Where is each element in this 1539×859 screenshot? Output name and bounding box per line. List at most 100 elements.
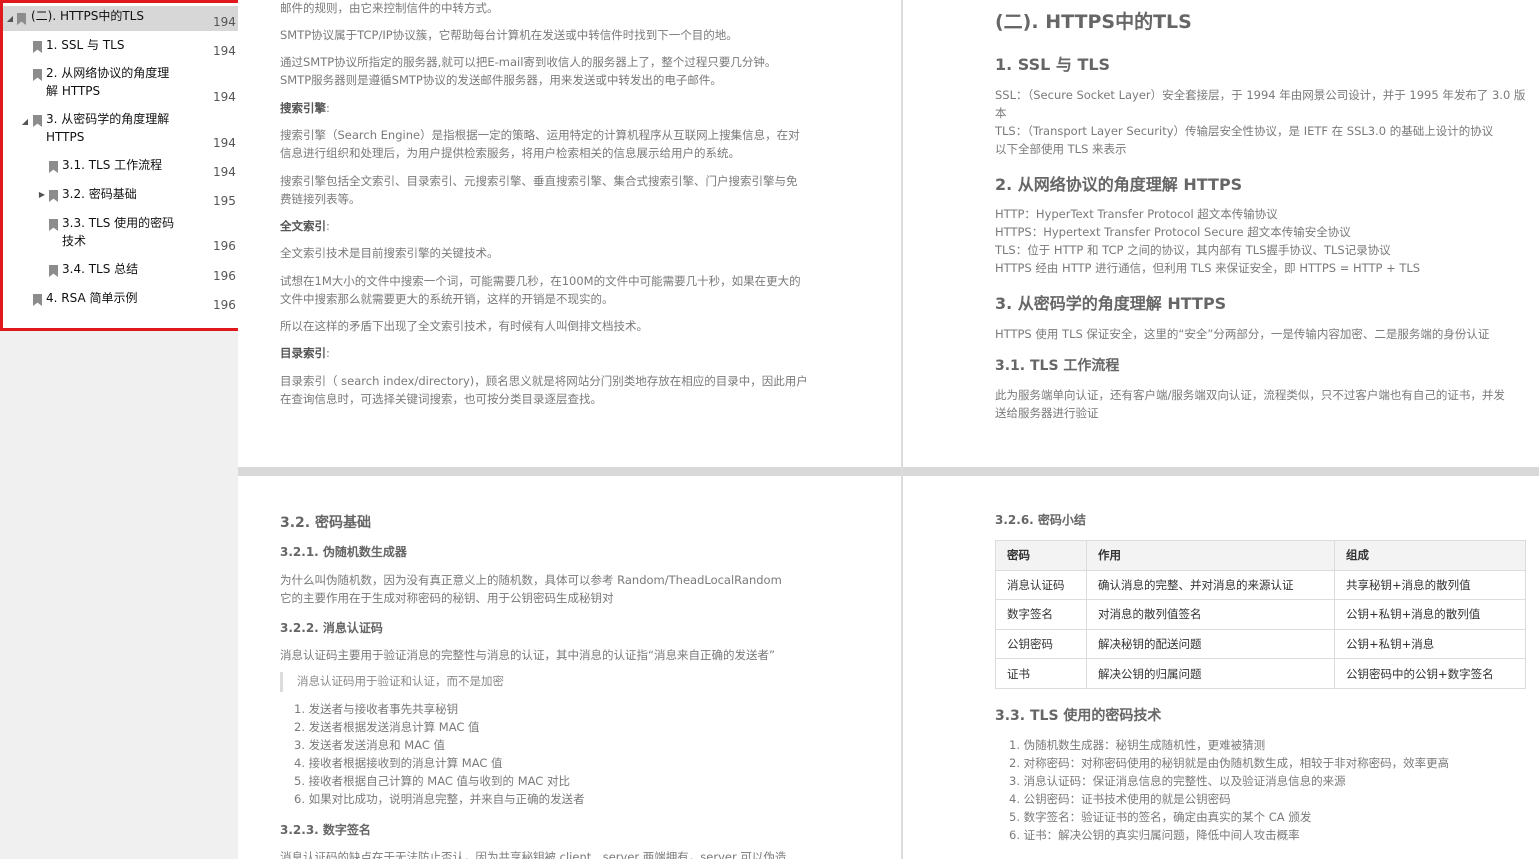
paragraph: SSL：（Secure Socket Layer）安全套接层，于 1994 年由… [995,88,1526,156]
page-top-left: 邮件的规则，由它来控制信件的中转方式。 SMTP协议属于TCP/IP协议簇，它帮… [238,0,901,467]
paragraph: 搜索引擎包括全文索引、目录索引、元搜索引擎、垂直搜索引擎、集合式搜索引擎、门户搜… [280,174,798,206]
collapse-arrow-icon[interactable]: ◢ [5,10,15,28]
table-cell: 公钥+私钥+消息的散列值 [1334,599,1526,630]
outline-item-label: 4. RSA 简单示例 [46,291,138,305]
outline-item-ssl-tls[interactable]: 1. SSL 与 TLS 194 [3,36,248,60]
bookmark-icon [33,115,42,127]
paragraph: HTTP：HyperText Transfer Protocol 超文本传输协议… [995,207,1421,275]
outline-item-page: 196 [213,269,236,283]
outline-item-page: 194 [213,136,236,150]
table-row: 数字签名 对消息的散列值签名 公钥+私钥+消息的散列值 [995,599,1526,630]
page-bottom-right: 3.2.6. 密码小结 密码 作用 组成 消息认证码 确认消息的完整、并对消息的… [903,476,1539,859]
outline-item-page: 194 [213,44,236,58]
section-label: 目录索引: [280,346,330,360]
table-cell: 解决公钥的归属问题 [1086,658,1335,689]
outline-item-label: 2. 从网络协议的角度理解 HTTPS [46,66,170,98]
outline-item-label: (二). HTTPS中的TLS [31,9,144,23]
list-item: 2. 对称密码：对称密码使用的秘钥就是由伪随机数生成，相较于非对称密码，效率更高 [1009,756,1450,770]
table-cell: 解决秘钥的配送问题 [1086,628,1335,660]
list-item: 5. 接收者根据自己计算的 MAC 值与收到的 MAC 对比 [294,774,570,788]
paragraph: 全文索引技术是目前搜索引擎的关键技术。 [280,246,499,260]
list-item: 1. 发送者与接收者事先共享秘钥 [294,702,459,716]
outline-item-crypto[interactable]: ◢ 3. 从密码学的角度理解 HTTPS 194 [3,110,248,152]
table-cell: 确认消息的完整、并对消息的来源认证 [1086,569,1335,601]
table-cell: 共享秘钥+消息的散列值 [1334,569,1526,601]
section-heading: 1. SSL 与 TLS [995,55,1111,74]
outline-item-label: 3.1. TLS 工作流程 [62,158,163,172]
outline-item-network[interactable]: 2. 从网络协议的角度理解 HTTPS 194 [3,64,248,106]
outline-item-page: 194 [213,15,236,29]
table-row: 消息认证码 确认消息的完整、并对消息的来源认证 共享秘钥+消息的散列值 [995,569,1526,601]
table-cell: 公钥密码 [995,628,1087,660]
paragraph: 通过SMTP协议所指定的服务器,就可以把E-mail寄到收信人的服务器上了，整个… [280,55,777,87]
paragraph: SMTP协议属于TCP/IP协议簇，它帮助每台计算机在发送或中转信件时找到下一个… [280,28,738,42]
bookmark-icon [49,265,58,277]
table-cell: 数字签名 [995,599,1087,630]
outline-item-tls-crypto-tech[interactable]: 3.3. TLS 使用的密码技术 196 [3,214,248,256]
section-label: 全文索引: [280,219,330,233]
list-item: 1. 伪随机数生成器：秘钥生成随机性，更难被猜测 [1009,738,1266,752]
collapse-arrow-icon[interactable]: ◢ [20,113,30,131]
bookmark-icon [49,219,58,231]
table-header-row: 密码 作用 组成 [995,540,1526,571]
section-heading: 3.3. TLS 使用的密码技术 [995,708,1162,724]
expand-arrow-icon[interactable]: ▶ [37,186,47,204]
outline-item-tls-flow[interactable]: 3.1. TLS 工作流程 194 [3,156,248,180]
outline-item-label: 1. SSL 与 TLS [46,38,125,52]
outline-item-https-tls[interactable]: ◢ (二). HTTPS中的TLS 194 [3,6,248,31]
bookmark-icon [33,294,42,306]
outline-item-label: 3. 从密码学的角度理解 HTTPS [46,112,170,144]
table-cell: 证书 [995,658,1087,689]
ordered-list: 1. 发送者与接收者事先共享秘钥 2. 发送者根据发送消息计算 MAC 值 3.… [294,700,871,808]
blockquote: 消息认证码用于验证和认证，而不是加密 [280,672,504,692]
bookmark-icon [49,161,58,173]
paragraph: 消息认证码主要用于验证消息的完整性与消息的认证，其中消息的认证指“消息来自正确的… [280,648,775,662]
outline-item-page: 196 [213,239,236,253]
list-item: 3. 发送者发送消息和 MAC 值 [294,738,446,752]
section-heading: 3.2. 密码基础 [280,515,371,531]
paragraph: 搜索引擎（Search Engine）是指根据一定的策略、运用特定的计算机程序从… [280,128,800,160]
table-cell: 公钥+私钥+消息 [1334,628,1526,660]
section-heading: 3.2.2. 消息认证码 [280,621,383,635]
paragraph: HTTPS 使用 TLS 保证安全，这里的“安全”分两部分，一是传输内容加密、二… [995,327,1490,341]
section-label: 搜索引擎: [280,101,330,115]
bookmark-icon [49,190,58,202]
bookmark-icon [17,13,26,25]
table-cell: 消息认证码 [995,569,1087,601]
section-heading: 3.2.6. 密码小结 [995,513,1086,527]
outline-item-label: 3.4. TLS 总结 [62,262,139,276]
outline-item-page: 194 [213,90,236,104]
outline-item-label: 3.2. 密码基础 [62,187,137,201]
outline-item-page: 194 [213,165,236,179]
ordered-list: 1. 伪随机数生成器：秘钥生成随机性，更难被猜测 2. 对称密码：对称密码使用的… [1009,736,1519,844]
paragraph: 所以在这样的矛盾下出现了全文索引技术，有时候有人叫倒排文档技术。 [280,319,648,333]
paragraph: 邮件的规则，由它来控制信件的中转方式。 [280,1,499,15]
outline-item-page: 195 [213,194,236,208]
page-bottom-left: 3.2. 密码基础 3.2.1. 伪随机数生成器 为什么叫伪随机数，因为没有真正… [238,476,901,859]
table-row: 证书 解决公钥的归属问题 公钥密码中的公钥+数字签名 [995,658,1526,689]
outline-item-tls-summary[interactable]: 3.4. TLS 总结 196 [3,260,248,284]
table-header-cell: 作用 [1086,540,1335,571]
outline-item-crypto-basics[interactable]: ▶ 3.2. 密码基础 195 [3,185,248,209]
section-heading: (二). HTTPS中的TLS [995,11,1192,33]
list-item: 4. 公钥密码：证书技术使用的就是公钥密码 [1009,792,1231,806]
section-heading: 3. 从密码学的角度理解 HTTPS [995,294,1227,313]
paragraph: 为什么叫伪随机数，因为没有真正意义上的随机数，具体可以参考 Random/The… [280,573,782,605]
page-top-right: (二). HTTPS中的TLS 1. SSL 与 TLS SSL：（Secure… [903,0,1539,467]
outline-highlight-box: ◢ (二). HTTPS中的TLS 194 1. SSL 与 TLS 194 2… [0,0,251,331]
list-item: 2. 发送者根据发送消息计算 MAC 值 [294,720,480,734]
section-heading: 3.2.3. 数字签名 [280,823,371,837]
list-item: 6. 如果对比成功，说明消息完整，并来自与正确的发送者 [294,792,585,806]
list-item: 6. 证书：解决公钥的真实归属问题，降低中间人攻击概率 [1009,828,1300,842]
paragraph: 目录索引（ search index/directory)，顾名思义就是将网站分… [280,374,808,406]
list-item: 5. 数字签名：验证证书的签名，确定由真实的某个 CA 颁发 [1009,810,1312,824]
table-cell: 公钥密码中的公钥+数字签名 [1334,658,1526,689]
bookmark-icon [33,41,42,53]
outline-item-page: 196 [213,298,236,312]
table-header-cell: 密码 [995,540,1087,571]
list-item: 3. 消息认证码：保证消息信息的完整性、以及验证消息信息的来源 [1009,774,1346,788]
outline-item-rsa-example[interactable]: 4. RSA 简单示例 196 [3,289,248,313]
list-item: 4. 接收者根据接收到的消息计算 MAC 值 [294,756,503,770]
table-header-cell: 组成 [1334,540,1526,571]
section-heading: 2. 从网络协议的角度理解 HTTPS [995,175,1243,194]
